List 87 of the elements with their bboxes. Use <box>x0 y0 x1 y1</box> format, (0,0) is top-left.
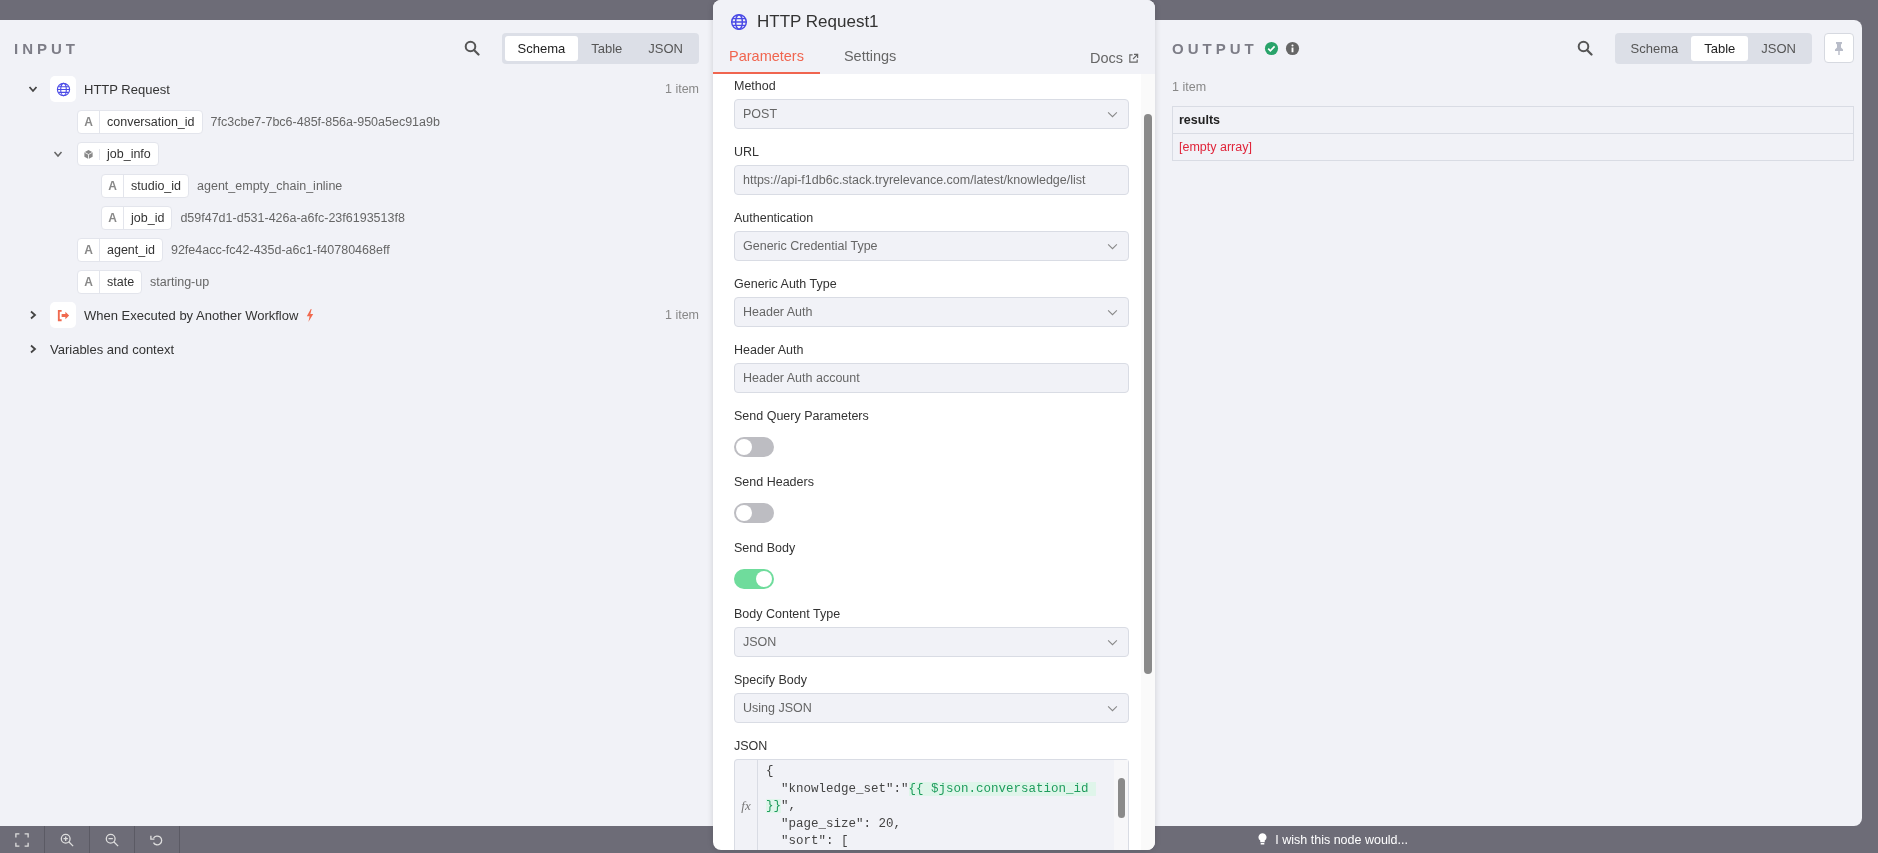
item-count: 1 item <box>664 308 699 322</box>
select-dropdown[interactable]: Header Auth <box>734 297 1129 327</box>
globe-icon <box>55 81 71 97</box>
parameter-label: JSON <box>734 738 769 755</box>
view-tab[interactable]: JSON <box>1748 35 1809 61</box>
select-dropdown[interactable]: Generic Credential Type <box>734 231 1129 261</box>
exit-arrow-icon <box>55 307 71 323</box>
field-key: agent_id <box>100 243 162 257</box>
chevron-icon[interactable] <box>28 310 38 320</box>
parameter-label: Send Body <box>734 540 797 557</box>
caret-icon <box>1107 704 1118 712</box>
external-link-icon <box>1128 52 1139 64</box>
code-line: { <box>766 763 775 780</box>
item-count: 1 item <box>664 82 699 96</box>
lightbulb-icon <box>1258 833 1268 846</box>
chevron-icon[interactable] <box>28 84 38 94</box>
view-tab[interactable]: Table <box>578 35 636 61</box>
search-icon[interactable] <box>1576 40 1593 56</box>
docs-link[interactable]: Docs <box>1089 50 1139 74</box>
view-tab[interactable]: Schema <box>1617 35 1692 61</box>
item-count: 1 item <box>1172 80 1208 94</box>
parameter-label: Generic Auth Type <box>734 276 838 293</box>
undo-icon <box>150 832 164 847</box>
select-dropdown[interactable]: Using JSON <box>734 693 1129 723</box>
field-key: studio_id <box>124 179 189 193</box>
pin-icon <box>1833 41 1845 55</box>
parameter-label: Method <box>734 78 777 95</box>
parameter-label: Send Headers <box>734 474 815 491</box>
parameter-label: URL <box>734 144 760 161</box>
code-line: "knowledge_set":"{{ $json.conversation_id <box>766 780 1114 798</box>
field-key: job_id <box>124 211 172 225</box>
code-line: "page_size": 20, <box>780 815 903 833</box>
toggle-switch[interactable] <box>734 569 774 589</box>
globe-icon <box>730 13 748 31</box>
feedback-link[interactable]: I wish this node would... <box>1275 832 1408 847</box>
table-cell: [empty array] <box>1172 133 1854 161</box>
input-field[interactable]: Header Auth account <box>734 363 1129 393</box>
field-value: d59f47d1-d531-426a-a6fc-23f6193513f8 <box>180 211 405 225</box>
node-name[interactable]: When Executed by Another Workflow <box>84 307 299 323</box>
panel-title: INPUT <box>14 39 79 57</box>
scrollbar-thumb[interactable] <box>1144 114 1152 674</box>
code-line: }}", <box>766 798 798 815</box>
zoom-out-icon <box>105 832 119 847</box>
panel-tab[interactable]: Settings <box>827 48 913 74</box>
fit-view-icon <box>15 832 29 847</box>
parameter-label: Header Auth <box>734 342 805 359</box>
column-header: results <box>1172 106 1854 134</box>
field-key: conversation_id <box>100 115 202 129</box>
lightning-icon <box>306 308 315 322</box>
field-value: 92fe4acc-fc42-435d-a6c1-f40780468eff <box>170 243 390 257</box>
scrollbar-thumb[interactable] <box>1117 778 1125 818</box>
expression-icon: fx <box>741 798 751 814</box>
parameter-label: Body Content Type <box>734 606 842 623</box>
variables-section-label[interactable]: Variables and context <box>50 341 175 357</box>
parameter-label: Specify Body <box>734 672 808 689</box>
view-tab[interactable]: Schema <box>504 35 579 61</box>
zoom-in-icon <box>60 832 74 847</box>
scrollbar[interactable] <box>1141 74 1155 850</box>
info-icon[interactable] <box>1284 40 1300 56</box>
chevron-icon[interactable] <box>53 149 63 159</box>
node-name[interactable]: HTTP Request <box>84 81 170 97</box>
field-value: starting-up <box>150 275 210 289</box>
input-field[interactable]: https://api-f1db6c.stack.tryrelevance.com/latest/knowledge/list <box>734 165 1129 195</box>
panel-tab[interactable]: Parameters <box>713 48 820 74</box>
field-key: job_info <box>100 147 158 161</box>
caret-icon <box>1107 242 1118 250</box>
node-title: HTTP Request1 <box>757 12 879 32</box>
code-line: "sort": [ <box>780 833 850 850</box>
caret-icon <box>1107 110 1118 118</box>
field-value: agent_empty_chain_inline <box>197 179 343 193</box>
select-dropdown[interactable]: JSON <box>734 627 1129 657</box>
parameter-label: Send Query Parameters <box>734 408 870 425</box>
toggle-switch[interactable] <box>734 503 774 523</box>
parameter-label: Authentication <box>734 210 815 227</box>
toggle-switch[interactable] <box>734 437 774 457</box>
code-editor[interactable]: fx { "knowledge_set":"{{ $json.conversation_id }}", "page_size": 20, "sort": [ <box>734 759 1129 850</box>
caret-icon <box>1107 638 1118 646</box>
select-dropdown[interactable]: POST <box>734 99 1129 129</box>
chevron-icon[interactable] <box>28 344 38 354</box>
view-tab[interactable]: JSON <box>635 35 696 61</box>
caret-icon <box>1107 308 1118 316</box>
scrollbar[interactable] <box>1114 760 1128 850</box>
panel-title: OUTPUT <box>1172 39 1258 57</box>
field-value: 7fc3cbe7-7bc6-485f-856a-950a5ec91a9b <box>210 115 440 129</box>
view-tab[interactable]: Table <box>1691 35 1749 61</box>
search-icon[interactable] <box>463 40 480 56</box>
field-key: state <box>100 275 142 289</box>
